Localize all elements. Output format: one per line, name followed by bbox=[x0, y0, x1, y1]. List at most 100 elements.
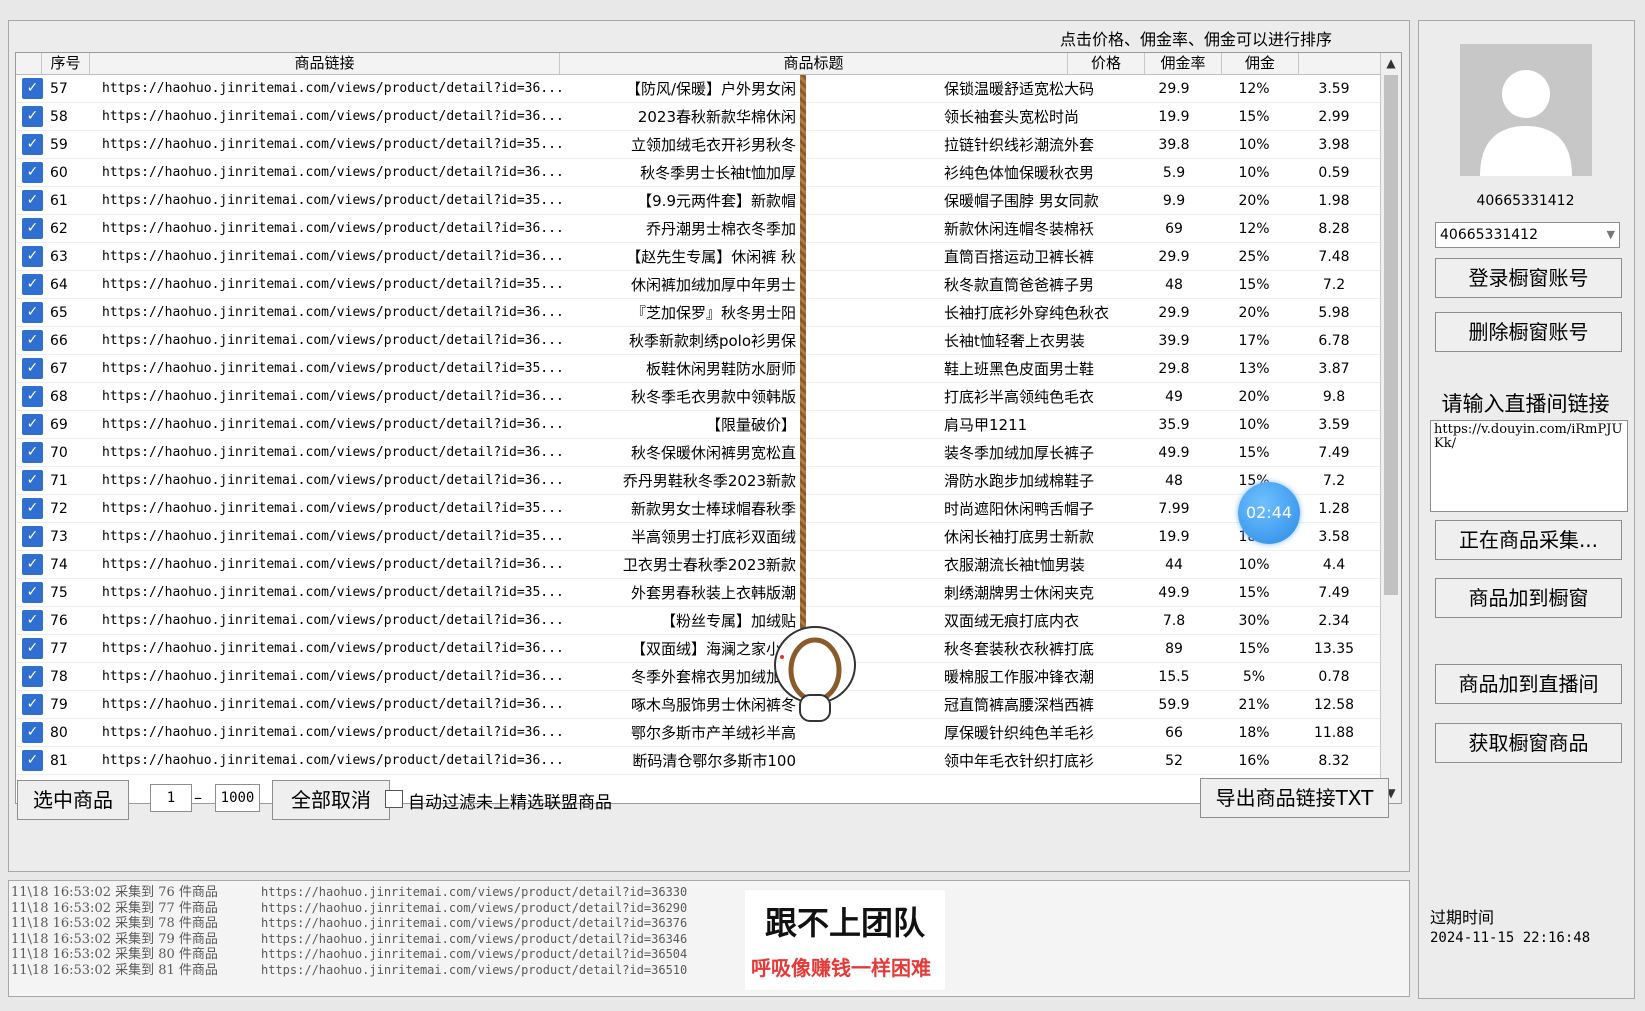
scroll-up-icon[interactable]: ▲ bbox=[1381, 53, 1401, 73]
add-to-window-button[interactable]: 商品加到橱窗 bbox=[1435, 578, 1622, 618]
row-checkbox[interactable]: ✓ bbox=[22, 414, 43, 435]
row-price: 49 bbox=[1165, 389, 1183, 405]
table-row[interactable]: ✓ 76 https://haohuo.jinritemai.com/views/p… bbox=[16, 607, 1381, 635]
table-row[interactable]: ✓ 79 https://haohuo.jinritemai.com/views/p… bbox=[16, 691, 1381, 719]
row-rate: 15% bbox=[1238, 277, 1270, 293]
table-row[interactable]: ✓ 75 https://haohuo.jinritemai.com/views/p… bbox=[16, 579, 1381, 607]
table-row[interactable]: ✓ 59 https://haohuo.jinritemai.com/views/p… bbox=[16, 131, 1381, 159]
row-checkbox[interactable]: ✓ bbox=[22, 722, 43, 743]
log-line: 11\18 16:53:02 采集到 77 件商品 https://haohuo.… bbox=[11, 900, 687, 916]
row-checkbox[interactable]: ✓ bbox=[22, 582, 43, 603]
row-checkbox[interactable]: ✓ bbox=[22, 750, 43, 771]
row-checkbox[interactable]: ✓ bbox=[22, 638, 43, 659]
export-txt-button[interactable]: 导出商品链接TXT bbox=[1200, 778, 1389, 818]
table-row[interactable]: ✓ 57 https://haohuo.jinritemai.com/views/p… bbox=[16, 75, 1381, 103]
row-link: https://haohuo.jinritemai.com/views/prod… bbox=[102, 753, 564, 768]
get-window-products-button[interactable]: 获取橱窗商品 bbox=[1435, 723, 1622, 763]
row-commission: 8.28 bbox=[1318, 221, 1350, 237]
table-row[interactable]: ✓ 67 https://haohuo.jinritemai.com/views/p… bbox=[16, 355, 1381, 383]
select-products-button[interactable]: 选中商品 bbox=[17, 780, 129, 820]
row-title-part2: 衣服潮流长袖t恤男装 bbox=[944, 556, 1085, 574]
row-title-part2: 长袖打底衫外穿纯色秋衣 bbox=[944, 304, 1110, 322]
table-row[interactable]: ✓ 64 https://haohuo.jinritemai.com/views/p… bbox=[16, 271, 1381, 299]
table-row[interactable]: ✓ 71 https://haohuo.jinritemai.com/views/p… bbox=[16, 467, 1381, 495]
row-checkbox[interactable]: ✓ bbox=[22, 134, 43, 155]
log-text: 11\18 16:53:02 采集到 80 件商品 bbox=[11, 947, 218, 962]
row-checkbox[interactable]: ✓ bbox=[22, 246, 43, 267]
table-row[interactable]: ✓ 68 https://haohuo.jinritemai.com/views/p… bbox=[16, 383, 1381, 411]
row-checkbox[interactable]: ✓ bbox=[22, 610, 43, 631]
header-commission[interactable]: 佣金 bbox=[1222, 53, 1299, 74]
add-to-live-button[interactable]: 商品加到直播间 bbox=[1435, 664, 1622, 704]
row-checkbox[interactable]: ✓ bbox=[22, 554, 43, 575]
row-checkbox[interactable]: ✓ bbox=[22, 358, 43, 379]
row-checkbox[interactable]: ✓ bbox=[22, 694, 43, 715]
login-window-button[interactable]: 登录橱窗账号 bbox=[1435, 258, 1622, 298]
table-row[interactable]: ✓ 78 https://haohuo.jinritemai.com/views/p… bbox=[16, 663, 1381, 691]
row-commission: 2.34 bbox=[1318, 613, 1350, 629]
row-checkbox[interactable]: ✓ bbox=[22, 106, 43, 127]
header-index[interactable]: 序号 bbox=[42, 53, 90, 74]
table-scrollbar[interactable]: ▲ ▼ bbox=[1380, 53, 1401, 803]
range-to-input[interactable]: 1000 bbox=[215, 784, 260, 812]
table-row[interactable]: ✓ 80 https://haohuo.jinritemai.com/views/p… bbox=[16, 719, 1381, 747]
row-commission: 2.99 bbox=[1318, 109, 1350, 125]
log-text: 11\18 16:53:02 采集到 77 件商品 bbox=[11, 900, 218, 916]
chevron-down-icon[interactable]: ▼ bbox=[1607, 223, 1615, 247]
row-checkbox[interactable]: ✓ bbox=[22, 218, 43, 239]
header-rate[interactable]: 佣金率 bbox=[1145, 53, 1222, 74]
row-index: 67 bbox=[50, 361, 68, 377]
cancel-all-button[interactable]: 全部取消 bbox=[272, 780, 390, 820]
row-rate: 20% bbox=[1238, 389, 1270, 405]
row-commission: 0.59 bbox=[1318, 165, 1350, 181]
range-from-input[interactable]: 1 bbox=[150, 784, 192, 812]
table-row[interactable]: ✓ 77 https://haohuo.jinritemai.com/views/p… bbox=[16, 635, 1381, 663]
header-link[interactable]: 商品链接 bbox=[90, 53, 560, 74]
account-select[interactable]: 40665331412 ▼ bbox=[1435, 222, 1620, 248]
table-row[interactable]: ✓ 72 https://haohuo.jinritemai.com/views/p… bbox=[16, 495, 1381, 523]
delete-window-button[interactable]: 删除橱窗账号 bbox=[1435, 312, 1622, 352]
table-row[interactable]: ✓ 73 https://haohuo.jinritemai.com/views/p… bbox=[16, 523, 1381, 551]
table-row[interactable]: ✓ 69 https://haohuo.jinritemai.com/views/p… bbox=[16, 411, 1381, 439]
log-line: 11\18 16:53:02 采集到 79 件商品 https://haohuo.… bbox=[11, 932, 687, 947]
row-checkbox[interactable]: ✓ bbox=[22, 302, 43, 323]
table-row[interactable]: ✓ 61 https://haohuo.jinritemai.com/views/p… bbox=[16, 187, 1381, 215]
row-checkbox[interactable]: ✓ bbox=[22, 274, 43, 295]
table-row[interactable]: ✓ 62 https://haohuo.jinritemai.com/views/p… bbox=[16, 215, 1381, 243]
table-row[interactable]: ✓ 63 https://haohuo.jinritemai.com/views/p… bbox=[16, 243, 1381, 271]
avatar bbox=[1460, 44, 1592, 176]
scroll-thumb[interactable] bbox=[1384, 75, 1398, 595]
row-checkbox[interactable]: ✓ bbox=[22, 78, 43, 99]
row-checkbox[interactable]: ✓ bbox=[22, 330, 43, 351]
row-checkbox[interactable]: ✓ bbox=[22, 470, 43, 491]
row-checkbox[interactable]: ✓ bbox=[22, 386, 43, 407]
table-row[interactable]: ✓ 66 https://haohuo.jinritemai.com/views/p… bbox=[16, 327, 1381, 355]
row-checkbox[interactable]: ✓ bbox=[22, 526, 43, 547]
table-row[interactable]: ✓ 58 https://haohuo.jinritemai.com/views/p… bbox=[16, 103, 1381, 131]
row-checkbox[interactable]: ✓ bbox=[22, 190, 43, 211]
row-checkbox[interactable]: ✓ bbox=[22, 442, 43, 463]
row-link: https://haohuo.jinritemai.com/views/prod… bbox=[102, 81, 564, 96]
row-link: https://haohuo.jinritemai.com/views/prod… bbox=[102, 641, 564, 656]
table-row[interactable]: ✓ 81 https://haohuo.jinritemai.com/views/p… bbox=[16, 747, 1381, 775]
log-url: https://haohuo.jinritemai.com/views/prod… bbox=[261, 916, 688, 930]
auto-filter-checkbox[interactable] bbox=[385, 790, 403, 808]
row-checkbox[interactable]: ✓ bbox=[22, 498, 43, 519]
live-link-input[interactable]: https://v.douyin.com/iRmPJUKk/ bbox=[1430, 420, 1628, 512]
collecting-button[interactable]: 正在商品采集... bbox=[1435, 520, 1622, 560]
row-title-part1: 外套男春秋装上衣韩版潮 bbox=[630, 584, 796, 602]
table-row[interactable]: ✓ 60 https://haohuo.jinritemai.com/views/p… bbox=[16, 159, 1381, 187]
table-row[interactable]: ✓ 70 https://haohuo.jinritemai.com/views/p… bbox=[16, 439, 1381, 467]
row-checkbox[interactable]: ✓ bbox=[22, 666, 43, 687]
table-row[interactable]: ✓ 74 https://haohuo.jinritemai.com/views/p… bbox=[16, 551, 1381, 579]
row-index: 73 bbox=[50, 529, 68, 545]
row-checkbox[interactable]: ✓ bbox=[22, 162, 43, 183]
row-commission: 13.35 bbox=[1313, 641, 1355, 657]
header-title[interactable]: 商品标题 bbox=[560, 53, 1068, 74]
table-row[interactable]: ✓ 65 https://haohuo.jinritemai.com/views/p… bbox=[16, 299, 1381, 327]
header-price[interactable]: 价格 bbox=[1068, 53, 1145, 74]
row-price: 89 bbox=[1165, 641, 1183, 657]
row-price: 7.8 bbox=[1162, 613, 1186, 629]
log-panel: 11\18 16:53:02 采集到 76 件商品 https://haohuo.… bbox=[8, 880, 1410, 997]
log-text: 11\18 16:53:02 采集到 76 件商品 bbox=[11, 885, 218, 900]
